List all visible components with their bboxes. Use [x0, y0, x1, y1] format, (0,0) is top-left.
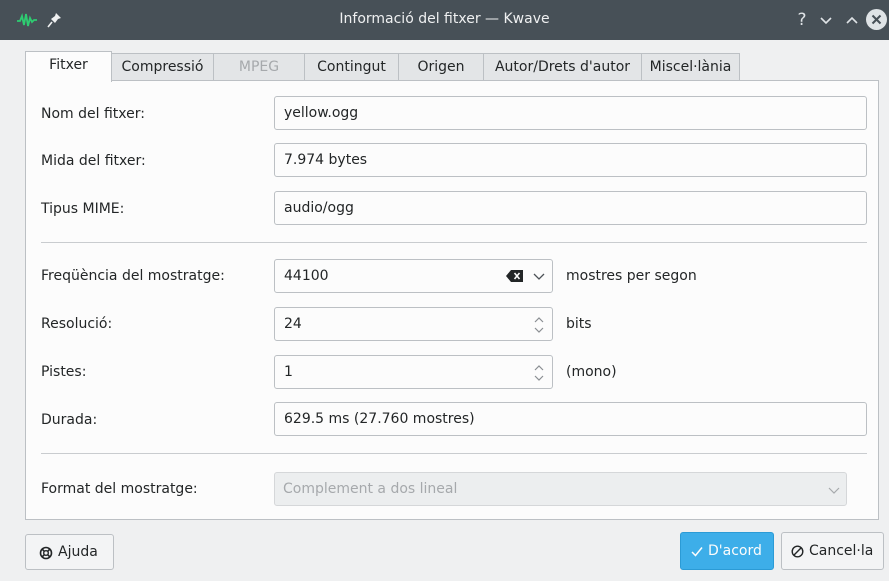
filesize-label: Mida del fitxer: [41, 153, 146, 169]
filename-label: Nom del fitxer: [41, 106, 145, 122]
duration-label: Durada: [41, 412, 98, 428]
tab-panel-fitxer: Nom del fitxer: yellow.ogg Mida del fitx… [25, 80, 879, 520]
filesize-field[interactable]: 7.974 bytes [274, 143, 867, 177]
chevron-down-icon[interactable] [533, 270, 545, 282]
tab-compressio[interactable]: Compressió [111, 53, 214, 81]
file-info-dialog: Informació del fitxer — Kwave ? Fitxer C… [0, 0, 889, 581]
mime-field[interactable]: audio/ogg [274, 191, 867, 225]
samplerate-combo[interactable]: 44100 [274, 259, 553, 293]
resolution-value: 24 [284, 316, 302, 332]
tab-origen[interactable]: Origen [398, 53, 484, 81]
lifebuoy-icon [39, 546, 53, 560]
filename-field[interactable]: yellow.ogg [274, 96, 867, 130]
spinbox-arrows-icon[interactable] [533, 315, 545, 335]
samplerate-label: Freqüència del mostratge: [41, 268, 225, 284]
duration-field[interactable]: 629.5 ms (27.760 mostres) [274, 402, 867, 436]
tab-autor-drets[interactable]: Autor/Drets d'autor [483, 53, 642, 81]
tab-mpeg: MPEG [213, 53, 305, 81]
clear-icon[interactable] [506, 269, 524, 283]
help-button-label: Ajuda [58, 544, 98, 560]
cancel-button-label: Cancel·la [809, 543, 874, 559]
maximize-icon[interactable] [841, 9, 863, 31]
chevron-down-icon [828, 487, 840, 494]
cancel-button[interactable]: Cancel·la [781, 532, 884, 570]
tab-fitxer[interactable]: Fitxer [25, 51, 112, 82]
filesize-value: 7.974 bytes [284, 152, 368, 168]
mime-label: Tipus MIME: [41, 201, 125, 217]
separator [41, 242, 867, 243]
samplerate-value: 44100 [284, 268, 329, 284]
mime-value: audio/ogg [284, 200, 354, 216]
cancel-icon [791, 545, 804, 558]
checkmark-icon [691, 547, 703, 557]
ok-button-label: D'acord [708, 543, 762, 559]
resolution-spinbox[interactable]: 24 [274, 307, 553, 341]
resolution-label: Resolució: [41, 316, 113, 332]
duration-value: 629.5 ms (27.760 mostres) [284, 411, 475, 427]
help-button[interactable]: Ajuda [25, 534, 114, 570]
tracks-unit: (mono) [566, 364, 617, 380]
sampleformat-combo: Complement a dos lineal [274, 472, 847, 506]
ok-button[interactable]: D'acord [680, 532, 774, 570]
separator [41, 453, 867, 454]
samplerate-unit: mostres per segon [566, 268, 697, 284]
resolution-unit: bits [566, 316, 592, 332]
minimize-icon[interactable] [815, 9, 837, 31]
tab-miscellania[interactable]: Miscel·lània [641, 53, 740, 81]
filename-value: yellow.ogg [284, 105, 359, 121]
tab-contingut[interactable]: Contingut [304, 53, 399, 81]
close-icon[interactable] [866, 9, 887, 30]
title-bar[interactable]: Informació del fitxer — Kwave ? [0, 0, 889, 40]
window-title: Informació del fitxer — Kwave [339, 11, 550, 27]
spinbox-arrows-icon[interactable] [533, 363, 545, 383]
tracks-value: 1 [284, 364, 293, 380]
tracks-label: Pistes: [41, 364, 87, 380]
tracks-spinbox[interactable]: 1 [274, 355, 553, 389]
sampleformat-label: Format del mostratge: [41, 481, 198, 497]
sampleformat-value: Complement a dos lineal [283, 481, 458, 497]
help-icon[interactable]: ? [791, 9, 813, 31]
